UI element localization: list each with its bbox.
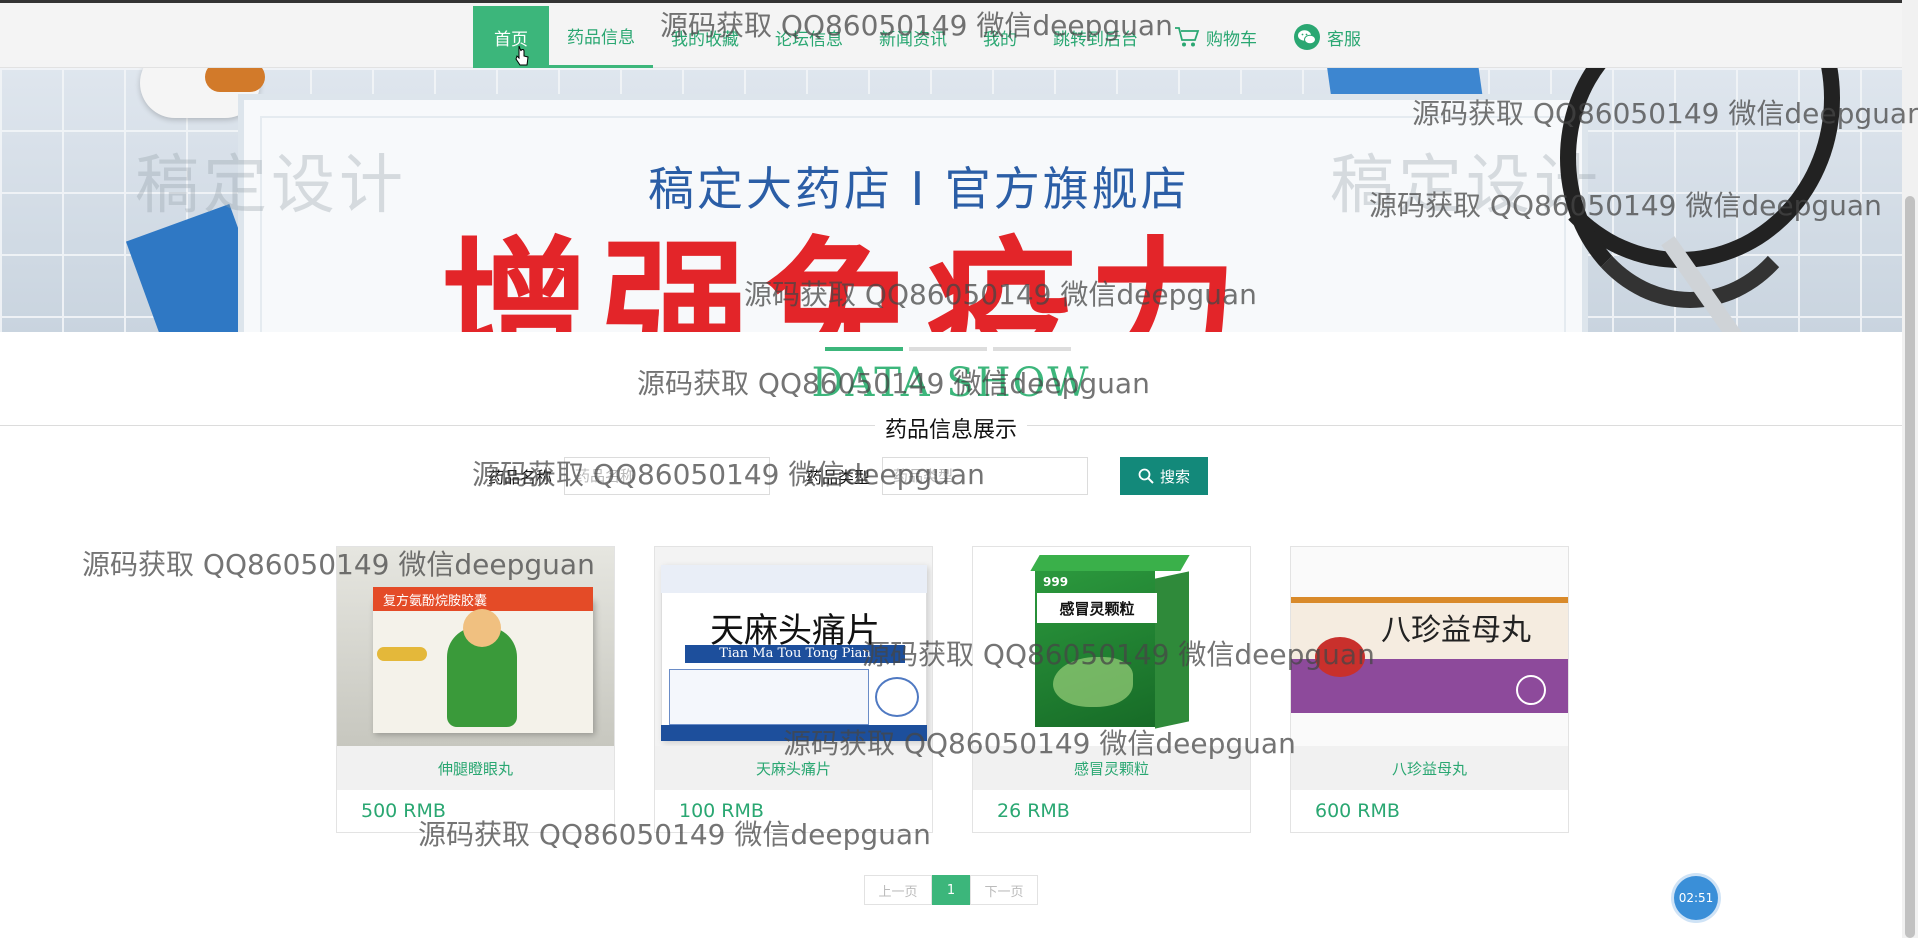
main-nav: 首页 药品信息 我的收藏 论坛信息 新闻资讯 我的 跳转到后台 购物车 客服 bbox=[473, 6, 1379, 68]
product-name[interactable]: 感冒灵颗粒 bbox=[973, 746, 1250, 790]
search-button[interactable]: 搜索 bbox=[1120, 457, 1209, 495]
product-price: 26 RMB bbox=[997, 800, 1070, 822]
nav-news[interactable]: 新闻资讯 bbox=[861, 6, 965, 68]
product-price: 500 RMB bbox=[361, 800, 446, 822]
product-card[interactable]: 天麻头痛片 Tian Ma Tou Tong Pian 天麻头痛片 100 RM… bbox=[654, 546, 933, 833]
medicine-type-label: 药品类型 bbox=[806, 468, 871, 487]
product-card[interactable]: 复方氨酚烷胺胶囊 伸腿瞪眼丸 500 RMB bbox=[336, 546, 615, 833]
nav-medicine-info[interactable]: 药品信息 bbox=[549, 6, 653, 68]
product-card[interactable]: 八珍益母丸 八珍益母丸 600 RMB bbox=[1290, 546, 1569, 833]
scrollbar[interactable] bbox=[1902, 0, 1918, 938]
product-image: 复方氨酚烷胺胶囊 bbox=[337, 547, 614, 746]
top-navbar: 首页 药品信息 我的收藏 论坛信息 新闻资讯 我的 跳转到后台 购物车 客服 bbox=[0, 0, 1902, 68]
medicine-name-label: 药品名称 bbox=[488, 468, 553, 487]
nav-customer-service-label: 客服 bbox=[1327, 29, 1361, 50]
page: 首页 药品信息 我的收藏 论坛信息 新闻资讯 我的 跳转到后台 购物车 客服 稿… bbox=[0, 0, 1918, 938]
medicine-type-input[interactable] bbox=[882, 457, 1089, 495]
carousel-indicators bbox=[825, 347, 1071, 351]
next-page-button[interactable]: 下一页 bbox=[970, 875, 1038, 905]
nav-home[interactable]: 首页 bbox=[473, 6, 549, 68]
timer-badge[interactable]: 02:51 bbox=[1674, 876, 1718, 920]
hero-banner[interactable]: 稿定设计 稿定设计 稿定大药店 I 官方旗舰店 增强免疫力 bbox=[0, 68, 1902, 332]
product-price: 600 RMB bbox=[1315, 800, 1400, 822]
product-name[interactable]: 天麻头痛片 bbox=[655, 746, 932, 790]
search-button-label: 搜索 bbox=[1160, 468, 1191, 486]
nav-cart-label: 购物车 bbox=[1206, 29, 1257, 50]
nav-admin[interactable]: 跳转到后台 bbox=[1035, 6, 1156, 68]
shopping-cart-icon bbox=[1174, 26, 1200, 48]
product-name[interactable]: 伸腿瞪眼丸 bbox=[337, 746, 614, 790]
banner-title: 稿定大药店 I 官方旗舰店 bbox=[648, 162, 1190, 216]
search-icon bbox=[1138, 468, 1154, 484]
product-image: 感冒灵颗粒 999 bbox=[973, 547, 1250, 746]
section-title: 药品信息展示 bbox=[0, 412, 1902, 444]
scrollbar-thumb[interactable] bbox=[1905, 196, 1915, 938]
prev-page-button[interactable]: 上一页 bbox=[864, 875, 932, 905]
product-grid: 复方氨酚烷胺胶囊 伸腿瞪眼丸 500 RMB 天麻头痛片 Tian Ma Tou… bbox=[336, 546, 1569, 833]
carousel-indicator-1[interactable] bbox=[825, 347, 903, 351]
carousel-indicator-2[interactable] bbox=[909, 347, 987, 351]
banner-watermark-left: 稿定设计 bbox=[135, 149, 407, 223]
nav-my-account[interactable]: 我的 bbox=[965, 6, 1035, 68]
product-image: 天麻头痛片 Tian Ma Tou Tong Pian bbox=[655, 547, 932, 746]
product-name[interactable]: 八珍益母丸 bbox=[1291, 746, 1568, 790]
carousel-indicator-3[interactable] bbox=[993, 347, 1071, 351]
medicine-name-input[interactable] bbox=[564, 457, 771, 495]
nav-my-favorites[interactable]: 我的收藏 bbox=[653, 6, 757, 68]
search-form: 药品名称 药品类型 搜索 bbox=[488, 457, 1209, 495]
mouse-cursor-icon bbox=[515, 45, 529, 66]
nav-cart[interactable]: 购物车 bbox=[1156, 6, 1275, 68]
banner-headline: 增强免疫力 bbox=[440, 224, 1251, 332]
wechat-icon bbox=[1293, 24, 1321, 50]
product-price: 100 RMB bbox=[679, 800, 764, 822]
nav-customer-service[interactable]: 客服 bbox=[1275, 6, 1379, 68]
nav-forum[interactable]: 论坛信息 bbox=[757, 6, 861, 68]
pagination: 上一页 1 下一页 bbox=[864, 875, 1038, 905]
product-card[interactable]: 感冒灵颗粒 999 感冒灵颗粒 26 RMB bbox=[972, 546, 1251, 833]
section-title-zh: 药品信息展示 bbox=[874, 418, 1027, 443]
section-title-en: DATA SHOW bbox=[811, 360, 1091, 406]
product-image: 八珍益母丸 bbox=[1291, 547, 1568, 746]
page-number-current[interactable]: 1 bbox=[932, 875, 970, 905]
